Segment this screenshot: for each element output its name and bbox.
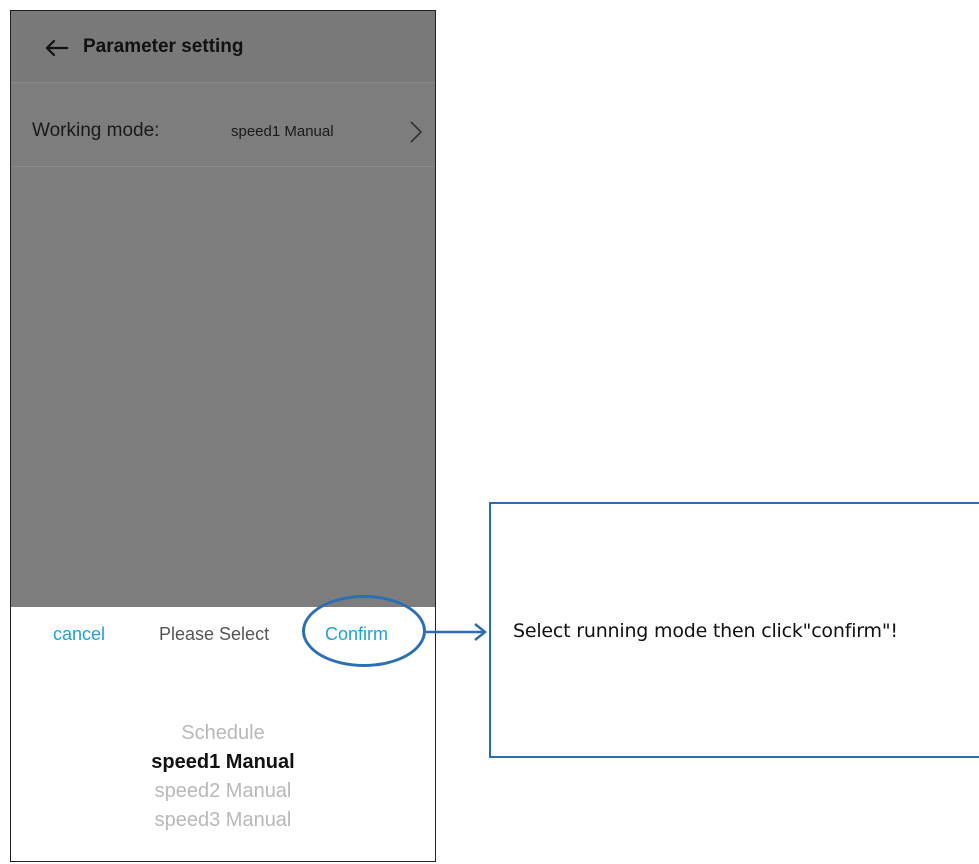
canvas: Parameter setting Working mode: speed1 M… bbox=[0, 0, 979, 864]
dimmed-overlay[interactable]: Parameter setting Working mode: speed1 M… bbox=[11, 11, 435, 607]
sheet-title: Please Select bbox=[159, 624, 270, 644]
cancel-button[interactable]: cancel bbox=[53, 624, 105, 645]
picker-option-speed3-manual[interactable]: speed3 Manual bbox=[11, 806, 435, 835]
back-arrow-icon[interactable] bbox=[41, 33, 71, 63]
annotation-callout: Select running mode then click"confirm"! bbox=[489, 502, 979, 758]
working-mode-label: Working mode: bbox=[32, 120, 160, 141]
app-bar: Parameter setting bbox=[11, 11, 435, 83]
working-mode-value: speed1 Manual bbox=[231, 123, 334, 140]
mode-picker[interactable]: Schedule speed1 Manual speed2 Manual spe… bbox=[11, 719, 435, 835]
working-mode-row[interactable]: Working mode: speed1 Manual bbox=[11, 95, 435, 167]
picker-option-speed1-manual[interactable]: speed1 Manual bbox=[11, 748, 435, 777]
picker-option-speed2-manual[interactable]: speed2 Manual bbox=[11, 777, 435, 806]
confirm-highlight-ellipse bbox=[302, 595, 426, 667]
phone-screen: Parameter setting Working mode: speed1 M… bbox=[10, 10, 436, 862]
chevron-right-icon bbox=[410, 121, 423, 143]
annotation-arrow-icon bbox=[426, 623, 488, 641]
annotation-text: Select running mode then click"confirm"! bbox=[513, 620, 898, 642]
page-title: Parameter setting bbox=[83, 36, 244, 57]
picker-option-schedule[interactable]: Schedule bbox=[11, 719, 435, 748]
